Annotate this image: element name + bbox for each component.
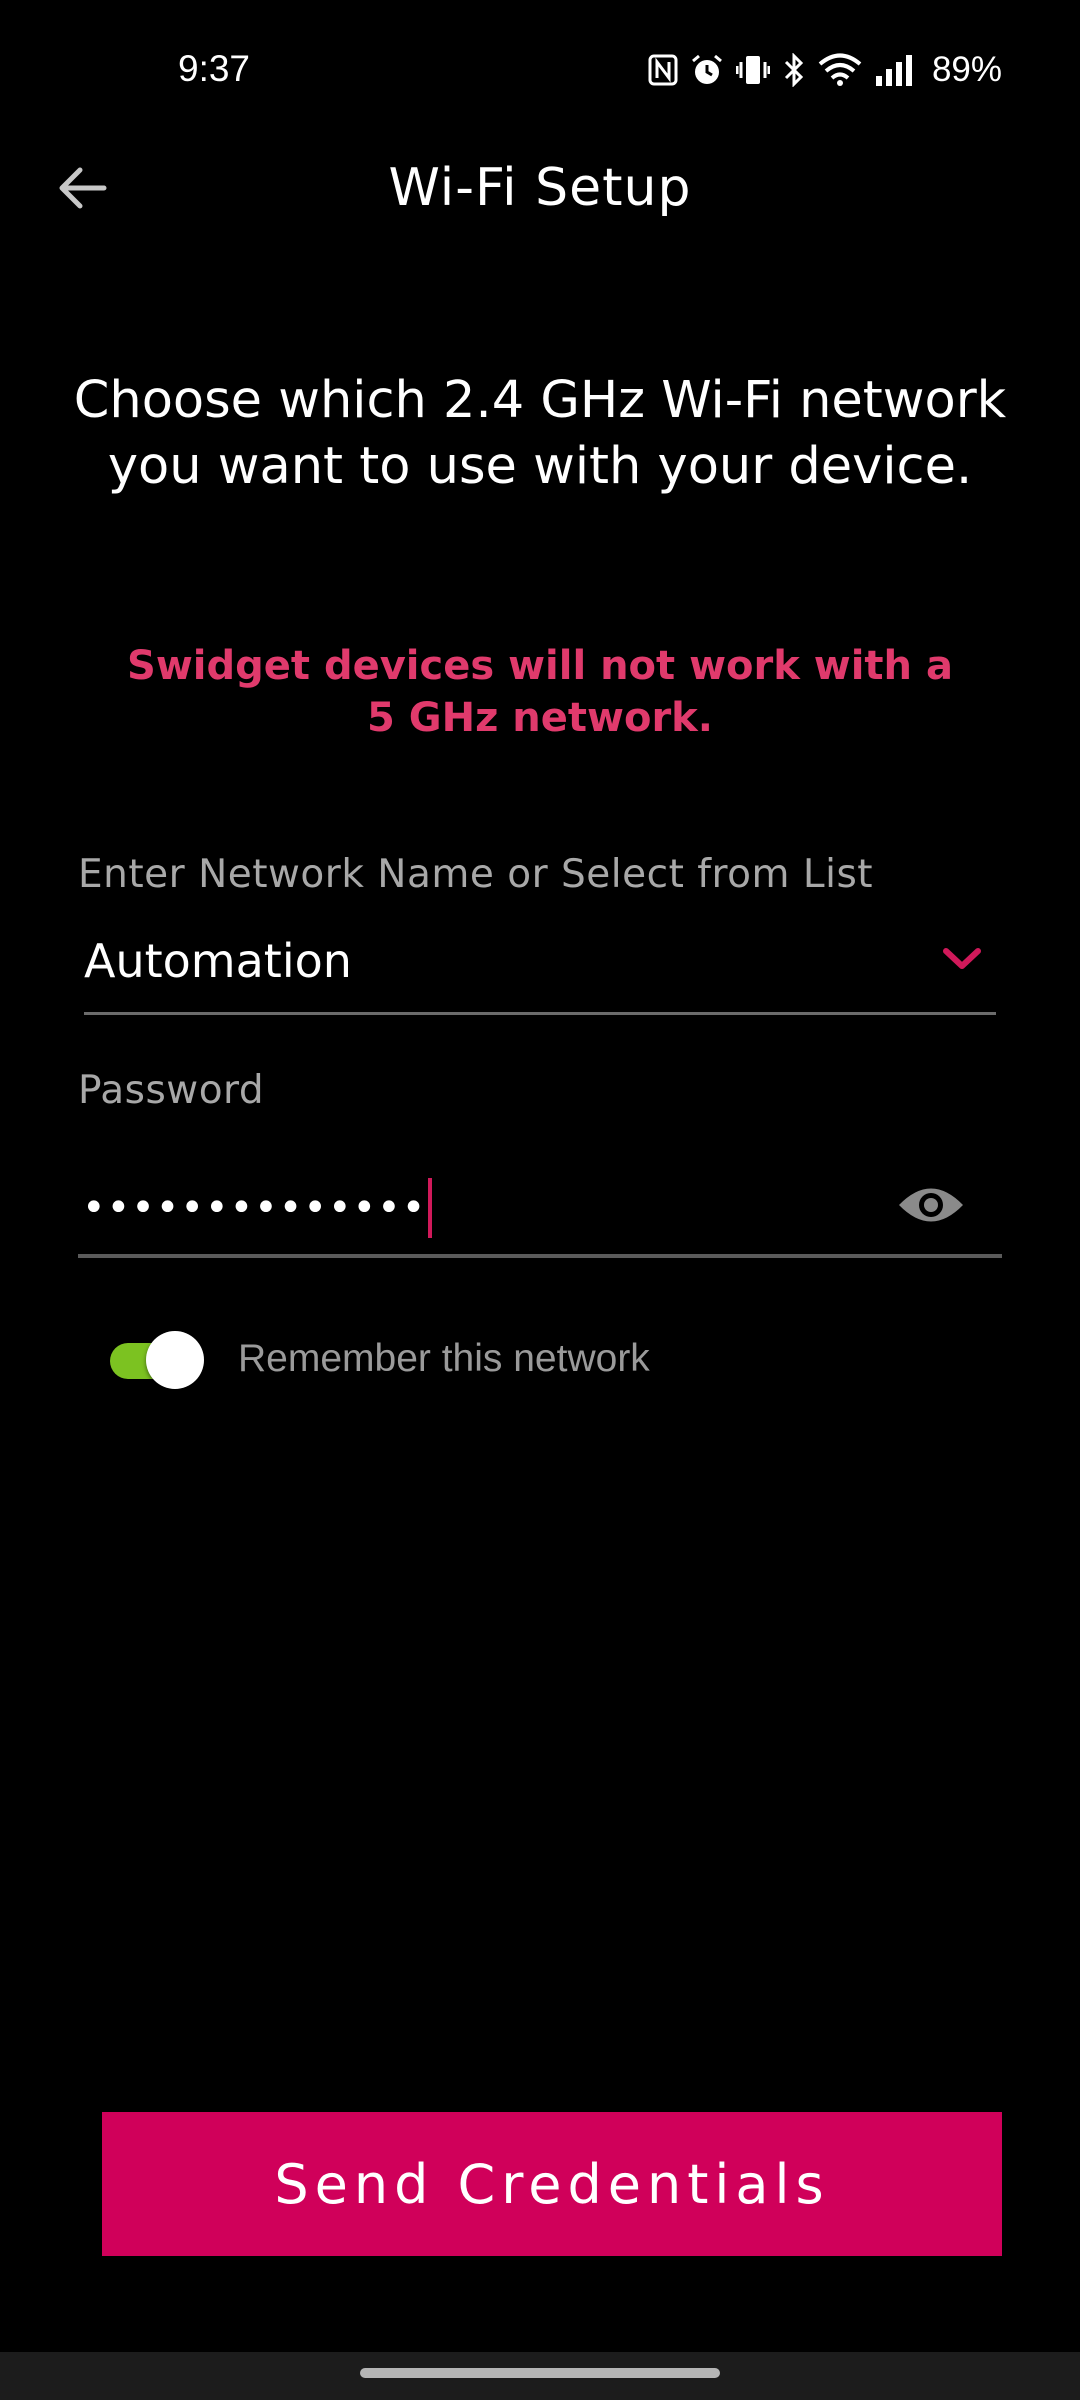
remember-network-row: Remember this network: [108, 1324, 650, 1394]
home-indicator[interactable]: [360, 2368, 720, 2378]
send-credentials-button[interactable]: Send Credentials: [102, 2112, 1002, 2256]
navigation-bar: [0, 2352, 1080, 2400]
setup-instructions: Choose which 2.4 GHz Wi-Fi network you w…: [73, 371, 1007, 496]
wifi-icon: [818, 53, 862, 87]
app-bar: Wi-Fi Setup: [0, 140, 1080, 240]
network-name-value: Automation: [84, 934, 352, 988]
alarm-icon: [690, 53, 724, 87]
status-icons: 89%: [648, 48, 1002, 92]
page-title: Wi-Fi Setup: [388, 158, 692, 218]
nfc-icon: [648, 54, 678, 86]
text-cursor: [428, 1178, 433, 1238]
battery-level: 89%: [931, 50, 1002, 89]
eye-icon: [897, 1182, 965, 1232]
vibrate-icon: [735, 54, 770, 86]
chevron-down-icon[interactable]: [942, 946, 982, 976]
remember-network-toggle[interactable]: [108, 1329, 204, 1389]
network-name-label: Enter Network Name or Select from List: [78, 852, 874, 897]
toggle-thumb: [146, 1331, 204, 1389]
bluetooth-icon: [782, 53, 806, 87]
toggle-password-visibility-button[interactable]: [894, 1180, 968, 1234]
password-label: Password: [78, 1068, 265, 1113]
password-input[interactable]: ••••••••••••••: [82, 1178, 433, 1238]
remember-network-label: Remember this network: [238, 1337, 650, 1380]
frequency-warning: Swidget devices will not work with a 5 G…: [127, 643, 953, 741]
network-name-dropdown[interactable]: Automation: [84, 930, 996, 1015]
status-bar: 9:37 89%: [0, 0, 1080, 140]
password-masked-value: ••••••••••••••: [82, 1185, 427, 1231]
signal-icon: [874, 54, 914, 86]
status-time: 9:37: [178, 48, 251, 89]
password-field[interactable]: ••••••••••••••: [78, 1150, 1002, 1258]
